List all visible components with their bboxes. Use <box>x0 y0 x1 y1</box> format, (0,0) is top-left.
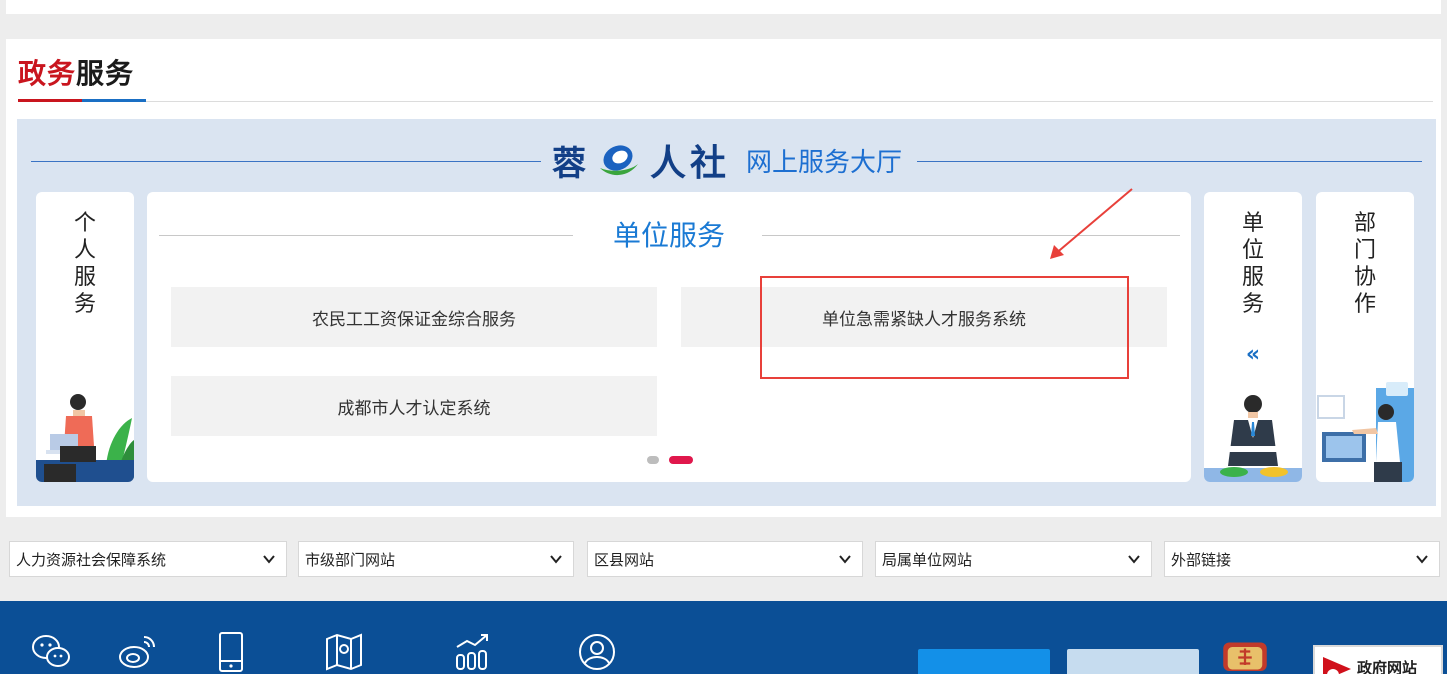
select-value: 外部链接 <box>1171 550 1232 569</box>
personal-services-card[interactable]: 个 人 服 务 <box>36 192 134 482</box>
section-underline-red <box>18 99 82 102</box>
select-value: 区县网站 <box>594 550 655 569</box>
chevron-double-left-icon: « <box>1245 342 1261 367</box>
section-title-dark: 服务 <box>76 57 135 90</box>
pager-dot[interactable] <box>647 456 659 464</box>
select-value: 人力资源社会保障系统 <box>16 550 167 569</box>
chevron-down-icon <box>1416 555 1428 564</box>
hall-title-line-right <box>917 161 1422 162</box>
wechat-icon[interactable] <box>30 631 72 673</box>
unit-services-label: 单 位 服 务 <box>1204 210 1302 318</box>
label-char: 协 <box>1353 265 1376 290</box>
hall-title-line-left <box>31 161 541 162</box>
logo-subtitle: 网上服务大厅 <box>746 147 903 178</box>
label-char: 作 <box>1353 292 1376 317</box>
label-char: 个 <box>73 211 96 236</box>
weibo-icon[interactable] <box>116 631 158 673</box>
personal-services-label: 个 人 服 务 <box>36 210 134 318</box>
chevron-down-icon <box>1128 555 1140 564</box>
label-char: 单 <box>1241 211 1264 236</box>
label-char: 务 <box>73 292 96 317</box>
select-external-links[interactable]: 外部链接 <box>1164 541 1440 577</box>
select-value: 局属单位网站 <box>882 550 973 569</box>
section-title: 政务服务 <box>18 55 134 93</box>
footer: 政府网站 <box>0 601 1447 674</box>
unit-services-card: 单位服务 农民工工资保证金综合服务 单位急需紧缺人才服务系统 成都市人才认定系统 <box>147 192 1191 482</box>
section-title-red: 政务 <box>18 57 77 90</box>
logo-main: 人社 <box>650 142 731 184</box>
section-underline-blue <box>82 99 146 102</box>
gov-services-panel: 政务服务 蓉 人社 网上服务大厅 个 人 服 务 单位服务 农民工工资保证金综合… <box>6 39 1441 517</box>
label-char: 服 <box>1241 265 1264 290</box>
chevron-down-icon <box>550 555 562 564</box>
card-title: 单位服务 <box>612 219 725 252</box>
partner-badge-2[interactable] <box>1067 649 1199 674</box>
label-char: 门 <box>1353 238 1376 263</box>
select-city-departments[interactable]: 市级部门网站 <box>298 541 574 577</box>
service-migrant-wage-deposit[interactable]: 农民工工资保证金综合服务 <box>171 287 657 347</box>
label-char: 服 <box>73 265 96 290</box>
gov-website-badge[interactable]: 政府网站 <box>1313 645 1443 674</box>
service-talent-certification[interactable]: 成都市人才认定系统 <box>171 376 657 436</box>
label-char: 务 <box>1241 292 1264 317</box>
dept-collab-label: 部 门 协 作 <box>1316 210 1414 318</box>
label-char: 位 <box>1241 238 1264 263</box>
gov-website-logo-icon <box>1323 657 1351 674</box>
woman-laptop-illustration <box>36 394 134 482</box>
partner-badge-1[interactable] <box>918 649 1050 674</box>
online-service-hall: 蓉 人社 网上服务大厅 个 人 服 务 单位服务 农民工工资保证金综合服务 单位… <box>17 119 1436 506</box>
select-bureau-units[interactable]: 局属单位网站 <box>875 541 1152 577</box>
hall-logo: 蓉 人社 网上服务大厅 <box>552 137 903 184</box>
stats-icon[interactable] <box>451 631 493 673</box>
chevron-down-icon <box>263 555 275 564</box>
section-rule <box>18 101 1433 102</box>
pager-dot-active[interactable] <box>669 456 693 464</box>
mobile-icon[interactable] <box>210 631 252 673</box>
logo-mark-icon <box>600 145 638 176</box>
unit-services-tab[interactable]: 单 位 服 务 « <box>1204 192 1302 482</box>
select-hr-system[interactable]: 人力资源社会保障系统 <box>9 541 287 577</box>
service-urgent-talent-system[interactable]: 单位急需紧缺人才服务系统 <box>681 287 1167 347</box>
select-district-sites[interactable]: 区县网站 <box>587 541 863 577</box>
dept-collab-tab[interactable]: 部 门 协 作 <box>1316 192 1414 482</box>
map-icon[interactable] <box>323 631 365 673</box>
logo-prefix: 蓉 <box>552 143 586 184</box>
chevron-down-icon <box>839 555 851 564</box>
gov-badge-text: 政府网站 <box>1357 659 1418 674</box>
label-char: 部 <box>1353 211 1376 236</box>
businessman-illustration <box>1204 395 1302 482</box>
top-strip <box>6 0 1441 14</box>
select-value: 市级部门网站 <box>305 550 396 569</box>
user-icon[interactable] <box>576 631 618 673</box>
office-worker-illustration <box>1317 382 1414 482</box>
party-emblem-icon[interactable] <box>1214 641 1276 671</box>
label-char: 人 <box>73 238 96 263</box>
